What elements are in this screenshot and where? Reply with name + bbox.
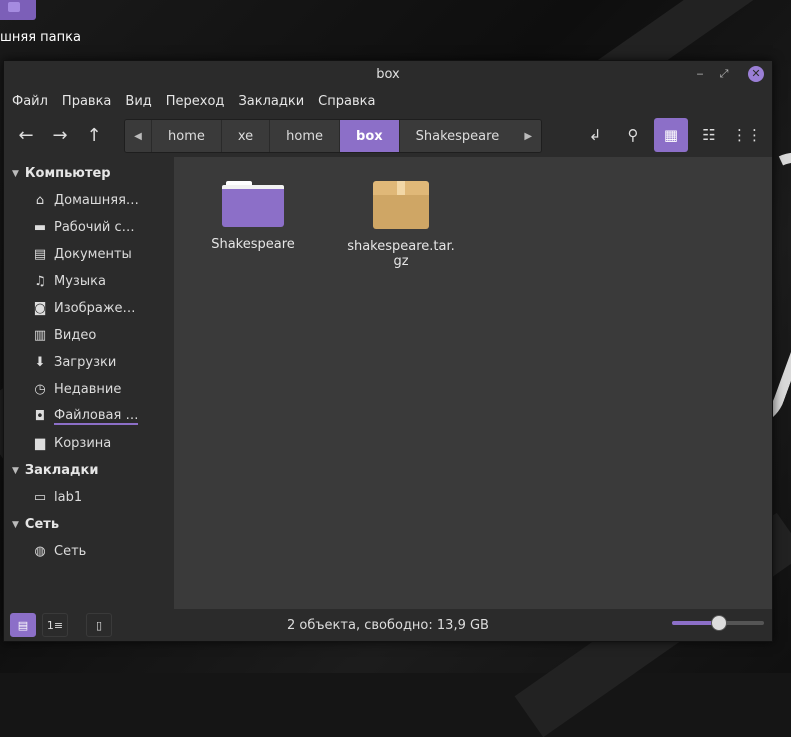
sidebar-item-recent[interactable]: ◷ Недавние — [4, 376, 174, 403]
menu-help[interactable]: Справка — [318, 94, 375, 109]
compact-view-button[interactable]: ⋮⋮ — [730, 118, 764, 152]
sidebar-item-videos[interactable]: ▥ Видео — [4, 322, 174, 349]
trash-icon: ▆ — [35, 436, 45, 451]
menu-go[interactable]: Переход — [166, 94, 225, 109]
sidebar-section-computer[interactable]: ▼ Компьютер — [4, 160, 174, 187]
sidebar-item-network[interactable]: ◍ Сеть — [4, 538, 174, 565]
crumb-home-2[interactable]: home — [269, 120, 340, 152]
archive-box-icon — [373, 181, 429, 229]
breadcrumb-scroll-left[interactable]: ◀ — [125, 120, 151, 152]
chevron-right-icon: ▶ — [524, 130, 533, 142]
title-bar[interactable]: box ‒ ⤢ ✕ — [4, 61, 772, 89]
zoom-slider[interactable] — [672, 615, 764, 631]
window-title: box — [376, 67, 400, 82]
sidebar-item-filesystem[interactable]: ◘ Файловая … — [4, 403, 174, 430]
toolbar-right: ↲ ⚲ ▦ ☷ ⋮⋮ — [574, 118, 764, 152]
location-toggle-icon: ↲ — [588, 126, 602, 144]
network-icon: ◍ — [34, 544, 46, 559]
film-icon: ▥ — [33, 328, 47, 343]
drive-icon: ◘ — [34, 409, 46, 424]
desktop-icon: ▬ — [33, 220, 47, 235]
sidebar-item-pictures[interactable]: ◙ Изображе… — [4, 295, 174, 322]
sidebar-item-lab1[interactable]: ▭ lab1 — [4, 484, 174, 511]
file-manager-window: box ‒ ⤢ ✕ Файл Правка Вид Переход Заклад… — [3, 60, 773, 642]
sidebar-item-desktop[interactable]: ▬ Рабочий с… — [4, 214, 174, 241]
home-icon: ⌂ — [35, 193, 45, 208]
breadcrumb: ◀ home xe home box Shakespeare ▶ — [124, 119, 543, 153]
crumb-shakespeare[interactable]: Shakespeare — [398, 120, 516, 152]
compact-list-icon: ⋮⋮ — [732, 126, 762, 144]
toggle-location-button[interactable]: ↲ — [578, 118, 612, 152]
menu-edit[interactable]: Правка — [62, 94, 111, 109]
crumb-xe[interactable]: xe — [220, 120, 270, 152]
sidebar-section-bookmarks[interactable]: ▼ Закладки — [4, 457, 174, 484]
zoom-slider-knob[interactable] — [711, 615, 727, 631]
download-icon: ⬇ — [34, 355, 46, 370]
sidebar-section-network[interactable]: ▼ Сеть — [4, 511, 174, 538]
file-name: Shakespeare — [211, 237, 295, 252]
arrow-left-icon: ← — [18, 124, 34, 146]
close-button[interactable]: ✕ — [748, 66, 764, 82]
bookmark-folder-icon: ▭ — [33, 490, 47, 505]
toolbar: ← → ↑ ◀ home xe home box Shakespeare ▶ ↲… — [4, 113, 772, 157]
menu-view[interactable]: Вид — [125, 94, 151, 109]
grid-icon: ▦ — [663, 126, 679, 144]
forward-button[interactable]: → — [43, 118, 77, 152]
sidebar-item-documents[interactable]: ▤ Документы — [4, 241, 174, 268]
back-button[interactable]: ← — [9, 118, 43, 152]
icon-view-button[interactable]: ▦ — [654, 118, 688, 152]
sidebar: ▼ Компьютер ⌂ Домашняя… ▬ Рабочий с… ▤ Докум… — [4, 157, 174, 609]
file-name: shakespeare.tar. gz — [347, 239, 455, 269]
minimize-button[interactable]: ‒ — [692, 66, 708, 82]
music-icon: ♫ — [34, 274, 46, 289]
expand-triangle-icon: ▼ — [12, 168, 19, 179]
sidebar-item-downloads[interactable]: ⬇ Загрузки — [4, 349, 174, 376]
file-item-archive[interactable]: shakespeare.tar. gz — [346, 181, 456, 269]
arrow-right-icon: → — [52, 124, 68, 146]
breadcrumb-scroll-right[interactable]: ▶ — [515, 120, 542, 152]
sidebar-item-home[interactable]: ⌂ Домашняя… — [4, 187, 174, 214]
folder-icon — [222, 181, 284, 227]
menu-bar: Файл Правка Вид Переход Закладки Справка — [4, 89, 772, 113]
list-icon: ☷ — [702, 126, 716, 144]
clock-icon: ◷ — [34, 382, 46, 397]
chevron-left-icon: ◀ — [134, 130, 142, 142]
sidebar-item-trash[interactable]: ▆ Корзина — [4, 430, 174, 457]
search-button[interactable]: ⚲ — [616, 118, 650, 152]
list-view-button[interactable]: ☷ — [692, 118, 726, 152]
status-text: 2 объекта, свободно: 13,9 GB — [287, 617, 489, 633]
expand-triangle-icon: ▼ — [12, 519, 19, 530]
file-view[interactable]: Shakespeare shakespeare.tar. gz — [174, 157, 772, 609]
content-area: ▼ Компьютер ⌂ Домашняя… ▬ Рабочий с… ▤ Докум… — [4, 157, 772, 609]
desktop-icon-label[interactable]: шняя папка — [0, 30, 81, 45]
camera-icon: ◙ — [33, 301, 47, 316]
menu-bookmarks[interactable]: Закладки — [238, 94, 304, 109]
status-bar: ▤ 1≡ ▯ 2 объекта, свободно: 13,9 GB — [4, 609, 772, 641]
crumb-home[interactable]: home — [151, 120, 221, 152]
maximize-button[interactable]: ⤢ — [716, 66, 732, 82]
expand-triangle-icon: ▼ — [12, 465, 19, 476]
desktop-home-folder-icon[interactable] — [0, 0, 36, 20]
document-icon: ▤ — [33, 247, 47, 262]
search-icon: ⚲ — [627, 126, 639, 144]
arrow-up-icon: ↑ — [86, 124, 102, 146]
crumb-box[interactable]: box — [339, 120, 399, 152]
file-item-folder[interactable]: Shakespeare — [198, 181, 308, 252]
sidebar-item-music[interactable]: ♫ Музыка — [4, 268, 174, 295]
menu-file[interactable]: Файл — [12, 94, 48, 109]
up-button[interactable]: ↑ — [77, 118, 111, 152]
